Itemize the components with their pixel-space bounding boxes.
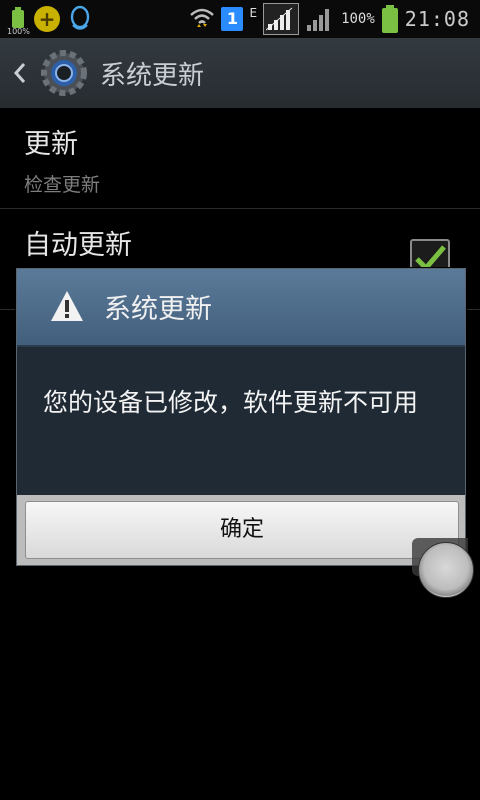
battery-small-icon: 100%: [7, 6, 30, 36]
app-plus-icon: +: [34, 6, 60, 32]
dialog-message: 您的设备已修改，软件更新不可用: [43, 388, 419, 417]
status-bar: 100% + 1 E 100% 21:08: [0, 0, 480, 38]
sim-indicator: 1: [221, 7, 244, 31]
dialog-header: 系统更新: [17, 269, 465, 347]
auto-update-title: 自动更新: [24, 230, 132, 261]
page-title: 系统更新: [100, 60, 205, 91]
wifi-icon: [190, 8, 215, 27]
update-summary: 检查更新: [24, 174, 101, 196]
battery-icon: [381, 4, 399, 34]
dialog-title: 系统更新: [104, 294, 212, 325]
list-item-update[interactable]: 更新 检查更新: [0, 108, 480, 209]
network-type: E: [249, 6, 258, 20]
signal-sim2-icon: [307, 9, 330, 31]
update-title: 更新: [24, 129, 78, 160]
back-chevron-icon[interactable]: [10, 58, 30, 88]
qq-penguin-icon: [70, 5, 90, 30]
settings-gear-icon: [41, 50, 87, 96]
system-update-dialog: 系统更新 您的设备已修改，软件更新不可用 确定: [16, 268, 466, 566]
signal-sim1-icon: [263, 3, 300, 35]
dialog-footer: 确定: [17, 495, 465, 565]
warning-icon: [51, 291, 83, 321]
battery-percent: 100%: [341, 11, 375, 27]
action-bar: 系统更新: [0, 38, 480, 108]
assistive-touch-button[interactable]: [418, 542, 474, 598]
battery-small-label: 100%: [7, 27, 30, 36]
ok-button[interactable]: 确定: [25, 501, 459, 559]
clock: 21:08: [404, 7, 470, 31]
